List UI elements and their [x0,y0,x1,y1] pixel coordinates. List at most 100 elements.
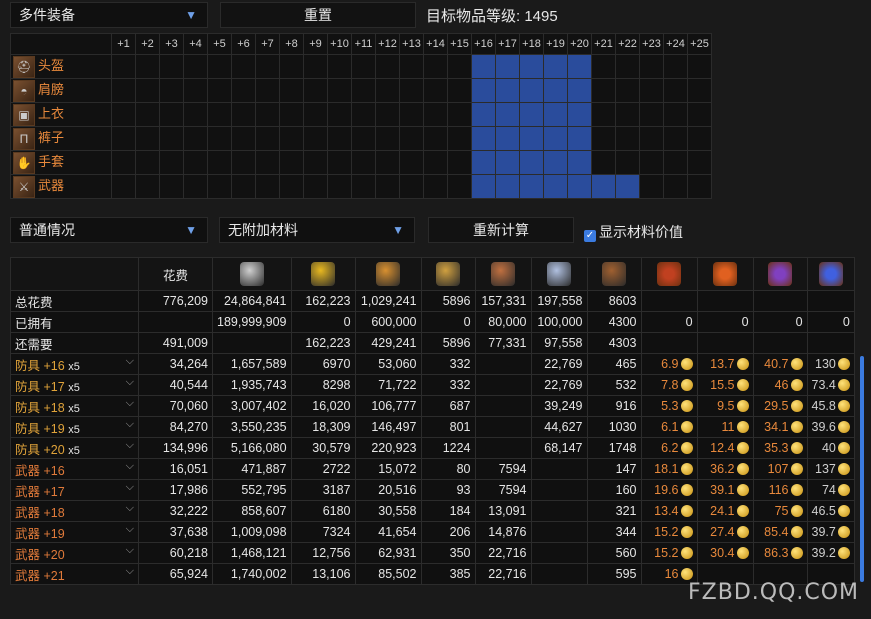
grid-cell[interactable] [447,126,472,151]
grid-cell[interactable] [399,174,424,199]
grid-cell[interactable] [159,174,184,199]
grid-cell[interactable] [687,78,712,103]
grid-cell[interactable] [615,150,640,175]
grid-cell[interactable] [543,54,568,79]
grid-cell[interactable] [231,102,256,127]
grid-cell[interactable] [591,102,616,127]
expand-chevron-icon[interactable]: ⌵ [126,439,134,452]
grid-cell[interactable] [615,174,640,199]
grid-cell[interactable] [519,54,544,79]
grid-cell[interactable] [495,126,520,151]
grid-cell[interactable] [255,102,280,127]
row-label[interactable]: 防具 +17 x5 ⌵ [10,374,139,396]
expand-chevron-icon[interactable]: ⌵ [126,502,134,515]
grid-cell[interactable] [231,54,256,79]
grid-cell[interactable] [639,174,664,199]
grid-cell[interactable] [519,126,544,151]
grid-cell[interactable] [303,102,328,127]
grid-cell[interactable] [639,102,664,127]
grid-cell[interactable] [519,174,544,199]
grid-cell[interactable] [327,174,352,199]
grid-cell[interactable] [663,78,688,103]
grid-cell[interactable] [447,102,472,127]
grid-cell[interactable] [375,102,400,127]
grid-cell[interactable] [495,174,520,199]
row-label[interactable]: 防具 +16 x5 ⌵ [10,353,139,375]
grid-cell[interactable] [351,102,376,127]
grid-cell[interactable] [183,174,208,199]
expand-chevron-icon[interactable]: ⌵ [126,355,134,368]
row-label[interactable]: 防具 +18 x5 ⌵ [10,395,139,417]
grid-cell[interactable] [663,174,688,199]
grid-cell[interactable] [207,54,232,79]
grid-cell[interactable] [111,54,136,79]
grid-cell[interactable] [135,102,160,127]
grid-cell[interactable] [135,54,160,79]
grid-cell[interactable] [279,102,304,127]
grid-cell[interactable] [687,102,712,127]
grid-cell[interactable] [375,126,400,151]
grid-cell[interactable] [207,78,232,103]
grid-cell[interactable] [351,54,376,79]
row-label[interactable]: 武器 +18 ⌵ [10,500,139,522]
grid-cell[interactable] [591,54,616,79]
grid-cell[interactable] [447,78,472,103]
grid-cell[interactable] [663,150,688,175]
grid-cell[interactable] [183,78,208,103]
grid-cell[interactable] [447,174,472,199]
grid-cell[interactable] [279,174,304,199]
grid-cell[interactable] [543,78,568,103]
row-label[interactable]: 武器 +17 ⌵ [10,479,139,501]
grid-cell[interactable] [207,150,232,175]
grid-cell[interactable] [231,150,256,175]
grid-cell[interactable] [399,150,424,175]
scrollbar[interactable] [860,356,864,582]
grid-cell[interactable] [303,78,328,103]
grid-cell[interactable] [159,126,184,151]
grid-cell[interactable] [159,102,184,127]
grid-cell[interactable] [231,174,256,199]
grid-cell[interactable] [375,54,400,79]
reset-button[interactable]: 重置 [220,2,416,28]
grid-cell[interactable] [351,78,376,103]
grid-cell[interactable] [255,174,280,199]
grid-cell[interactable] [567,150,592,175]
grid-cell[interactable] [303,54,328,79]
material-select[interactable]: 无附加材料 ▼ [219,217,415,243]
grid-cell[interactable] [303,150,328,175]
grid-cell[interactable] [687,150,712,175]
grid-cell[interactable] [423,78,448,103]
grid-cell[interactable] [279,126,304,151]
grid-cell[interactable] [567,126,592,151]
set-select[interactable]: 多件装备 ▼ [10,2,208,28]
grid-cell[interactable] [111,102,136,127]
row-label[interactable]: 武器 +16 ⌵ [10,458,139,480]
grid-cell[interactable] [207,174,232,199]
grid-cell[interactable] [255,126,280,151]
row-label[interactable]: 武器 +21 ⌵ [10,563,139,585]
grid-cell[interactable] [111,150,136,175]
grid-cell[interactable] [255,54,280,79]
grid-cell[interactable] [327,102,352,127]
grid-cell[interactable] [231,126,256,151]
grid-cell[interactable] [159,54,184,79]
grid-cell[interactable] [471,150,496,175]
grid-cell[interactable] [639,150,664,175]
grid-cell[interactable] [351,174,376,199]
grid-cell[interactable] [471,174,496,199]
grid-cell[interactable] [111,126,136,151]
grid-cell[interactable] [615,54,640,79]
grid-cell[interactable] [543,150,568,175]
grid-cell[interactable] [135,126,160,151]
grid-cell[interactable] [519,150,544,175]
grid-cell[interactable] [423,150,448,175]
expand-chevron-icon[interactable]: ⌵ [126,565,134,578]
grid-cell[interactable] [471,54,496,79]
grid-cell[interactable] [663,126,688,151]
grid-cell[interactable] [399,126,424,151]
expand-chevron-icon[interactable]: ⌵ [126,376,134,389]
grid-cell[interactable] [591,126,616,151]
grid-cell[interactable] [567,78,592,103]
grid-cell[interactable] [423,54,448,79]
grid-cell[interactable] [231,78,256,103]
